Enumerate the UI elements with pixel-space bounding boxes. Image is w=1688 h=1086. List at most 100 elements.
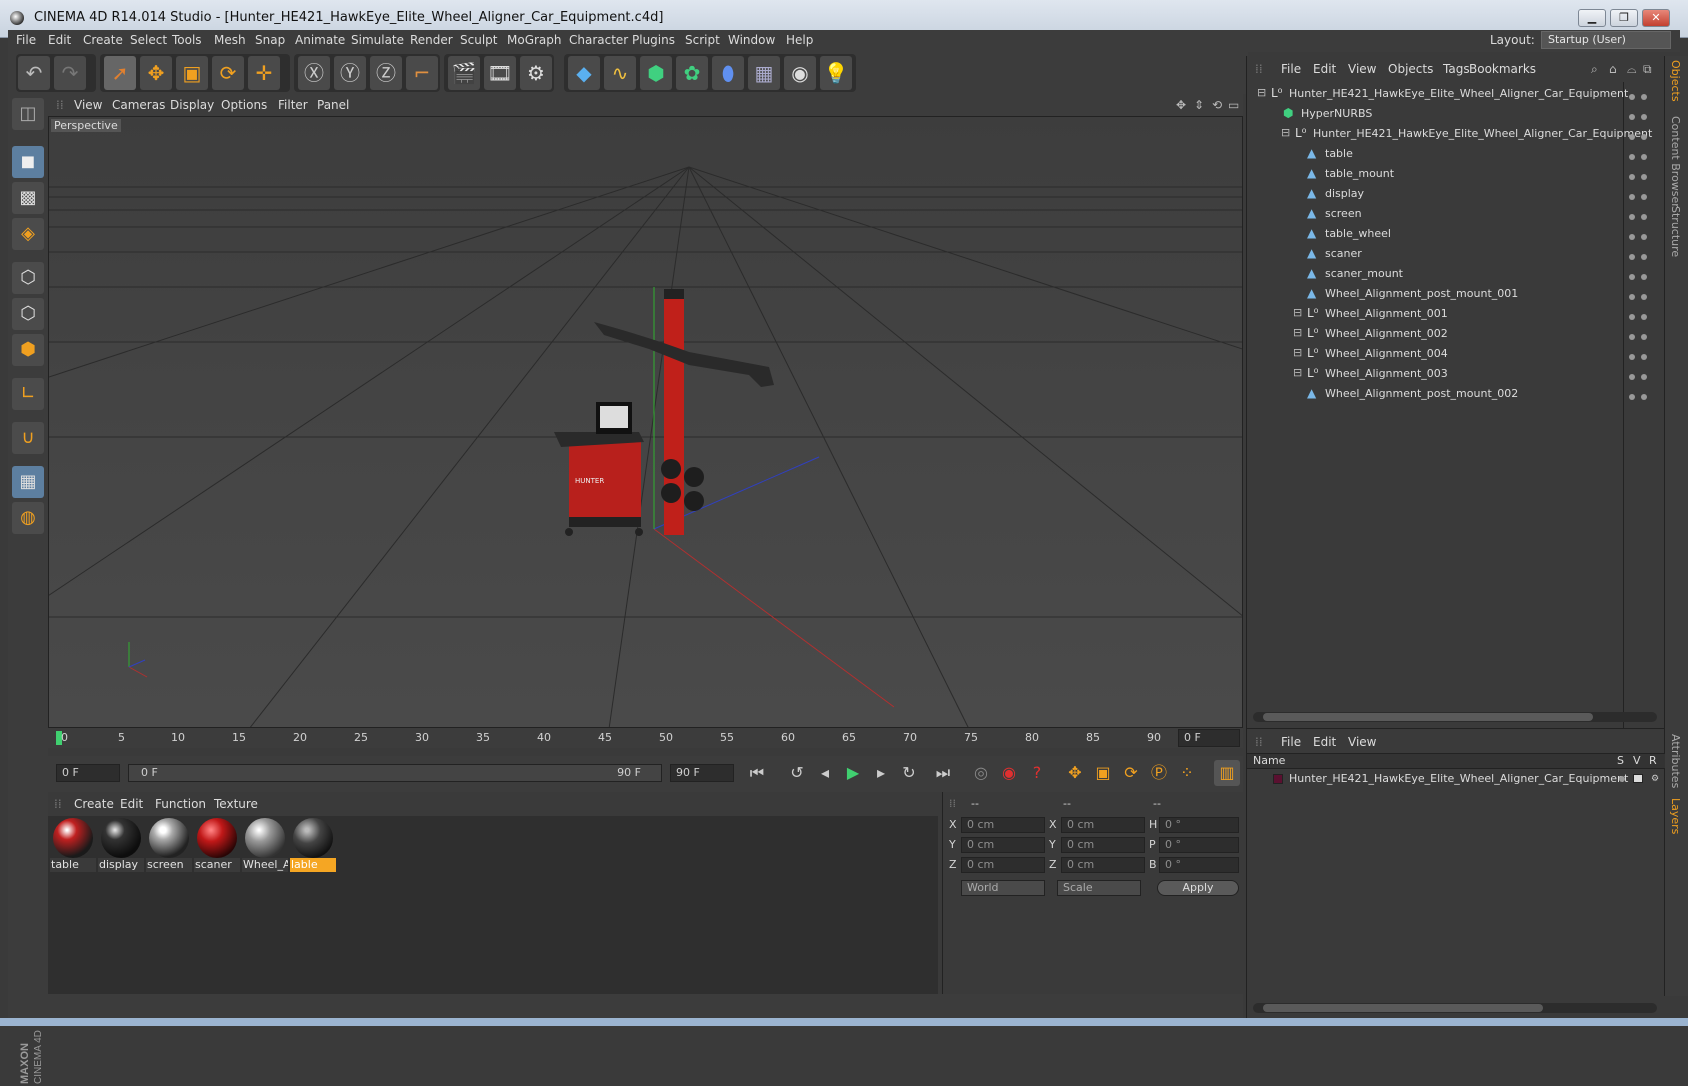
end-frame-field[interactable]: 90 F <box>670 764 734 782</box>
menu-script[interactable]: Script <box>685 33 720 47</box>
material-item-display[interactable]: display <box>98 816 144 872</box>
object-row[interactable]: ⊟ L⁰ Wheel_Alignment_003 <box>1247 366 1657 384</box>
visibility-dots[interactable] <box>1623 210 1651 220</box>
material-item-wheel[interactable]: Wheel_A <box>242 816 288 872</box>
menu-file[interactable]: File <box>16 33 36 47</box>
z-axis-icon[interactable]: Ⓩ <box>370 56 402 90</box>
menu-mesh[interactable]: Mesh <box>214 33 246 47</box>
menu-character[interactable]: Character <box>569 33 628 47</box>
object-row[interactable]: ▲ display <box>1247 186 1657 204</box>
move-icon[interactable]: ✥ <box>140 56 172 90</box>
pos-y-field[interactable]: 0 cm <box>961 837 1045 853</box>
visibility-dots[interactable] <box>1623 190 1651 200</box>
light-icon[interactable]: 💡 <box>820 56 852 90</box>
planar-workplane-icon[interactable]: ◍ <box>12 502 44 534</box>
redo-icon[interactable]: ↷ <box>54 56 86 90</box>
object-row[interactable]: ▲ Wheel_Alignment_post_mount_001 <box>1247 286 1657 304</box>
material-item-table[interactable]: table <box>50 816 96 872</box>
frame-range-slider[interactable]: 0 F 90 F <box>128 764 662 782</box>
menu-mograph[interactable]: MoGraph <box>507 33 562 47</box>
current-frame-field[interactable]: 0 F <box>1178 729 1240 747</box>
scale-select[interactable]: Scale <box>1057 880 1141 896</box>
timeline-ruler[interactable]: 0 5 10 15 20 25 30 35 40 45 50 55 60 65 … <box>48 728 1243 748</box>
object-row[interactable]: ▲ screen <box>1247 206 1657 224</box>
layer-color-swatch[interactable] <box>1273 774 1283 784</box>
layer-row[interactable]: Hunter_HE421_HawkEye_Elite_Wheel_Aligner… <box>1247 771 1665 787</box>
menu-simulate[interactable]: Simulate <box>351 33 404 47</box>
keyframe-selection-icon[interactable]: ? <box>1024 760 1050 786</box>
object-row[interactable]: ⊟ L⁰ Wheel_Alignment_001 <box>1247 306 1657 324</box>
object-row[interactable]: ▲ table_mount <box>1247 166 1657 184</box>
play-icon[interactable]: ▶ <box>840 760 866 786</box>
menu-window[interactable]: Window <box>728 33 775 47</box>
object-row[interactable]: ⊟ L⁰ Wheel_Alignment_002 <box>1247 326 1657 344</box>
camera-icon[interactable]: ◉ <box>784 56 816 90</box>
object-hscrollbar[interactable] <box>1253 712 1657 722</box>
spline-icon[interactable]: ∿ <box>604 56 636 90</box>
visibility-dots[interactable] <box>1623 130 1651 140</box>
key-pla-icon[interactable]: ⁘ <box>1174 760 1200 786</box>
menu-select[interactable]: Select <box>130 33 167 47</box>
layer-menu-file[interactable]: File <box>1281 735 1301 749</box>
visibility-dots[interactable] <box>1623 170 1651 180</box>
layer-visible-icon[interactable] <box>1633 774 1643 783</box>
vp-menu-options[interactable]: Options <box>221 98 267 112</box>
apply-button[interactable]: Apply <box>1157 880 1239 896</box>
snap-icon[interactable]: ∪ <box>12 422 44 454</box>
object-row[interactable]: ▲ table <box>1247 146 1657 164</box>
layout-select[interactable]: Startup (User) <box>1541 31 1671 49</box>
expand-toggle-icon[interactable]: ⊟ <box>1293 306 1302 319</box>
pos-x-field[interactable]: 0 cm <box>961 817 1045 833</box>
menu-sculpt[interactable]: Sculpt <box>460 33 497 47</box>
array-icon[interactable]: ✿ <box>676 56 708 90</box>
size-x-field[interactable]: 0 cm <box>1061 817 1145 833</box>
render-view-icon[interactable]: 🎬 <box>448 56 480 90</box>
vp-menu-cameras[interactable]: Cameras <box>112 98 165 112</box>
expand-toggle-icon[interactable]: ⊟ <box>1257 86 1266 99</box>
key-position-icon[interactable]: ✥ <box>1062 760 1088 786</box>
edges-mode-icon[interactable]: ⬡ <box>12 298 44 330</box>
key-param-icon[interactable]: Ⓟ <box>1146 760 1172 786</box>
rot-h-field[interactable]: 0 ° <box>1159 817 1239 833</box>
coordinate-system-icon[interactable]: ⌐ <box>406 56 438 90</box>
autokey-icon[interactable]: ◉ <box>996 760 1022 786</box>
visibility-dots[interactable] <box>1623 310 1651 320</box>
tab-layers[interactable]: Layers <box>1669 798 1682 834</box>
timeline-window-icon[interactable]: ▥ <box>1214 760 1240 786</box>
visibility-dots[interactable] <box>1623 290 1651 300</box>
close-button[interactable]: ✕ <box>1642 9 1670 27</box>
obj-menu-view[interactable]: View <box>1348 62 1376 76</box>
object-row[interactable]: ▲ table_wheel <box>1247 226 1657 244</box>
obj-menu-objects[interactable]: Objects <box>1388 62 1433 76</box>
pos-z-field[interactable]: 0 cm <box>961 857 1045 873</box>
expand-toggle-icon[interactable]: ⊟ <box>1293 346 1302 359</box>
visibility-dots[interactable] <box>1623 230 1651 240</box>
goto-end-icon[interactable]: ⏭ <box>930 760 956 786</box>
record-keys-icon[interactable]: ◎ <box>968 760 994 786</box>
render-settings-icon[interactable]: ⚙ <box>520 56 552 90</box>
prev-key-icon[interactable]: ↺ <box>784 760 810 786</box>
step-back-icon[interactable]: ◂ <box>812 760 838 786</box>
undo-icon[interactable]: ↶ <box>18 56 50 90</box>
vp-maximize-icon[interactable]: ▭ <box>1228 98 1239 112</box>
tab-structure[interactable]: Structure <box>1669 206 1682 257</box>
vp-menu-filter[interactable]: Filter <box>278 98 308 112</box>
new-window-icon[interactable]: ⧉ <box>1643 62 1652 77</box>
vp-nav-move-icon[interactable]: ✥ <box>1176 98 1186 112</box>
mat-menu-edit[interactable]: Edit <box>120 797 143 811</box>
expand-toggle-icon[interactable]: ⊟ <box>1281 126 1290 139</box>
menu-help[interactable]: Help <box>786 33 813 47</box>
object-row[interactable]: ▲ scaner <box>1247 246 1657 264</box>
tab-objects[interactable]: Objects <box>1669 60 1682 102</box>
vp-nav-rotate-icon[interactable]: ⟲ <box>1212 98 1222 112</box>
layer-render-icon[interactable]: ⚙ <box>1651 774 1659 784</box>
visibility-dots[interactable] <box>1623 270 1651 280</box>
menu-plugins[interactable]: Plugins <box>632 33 675 47</box>
rot-p-field[interactable]: 0 ° <box>1159 837 1239 853</box>
layer-hscrollbar[interactable] <box>1253 1003 1657 1013</box>
obj-menu-file[interactable]: File <box>1281 62 1301 76</box>
render-picture-viewer-icon[interactable]: 🎞 <box>484 56 516 90</box>
floor-icon[interactable]: ▦ <box>748 56 780 90</box>
viewport-perspective[interactable]: Perspective HUNTER <box>48 116 1243 728</box>
deformer-icon[interactable]: ⬮ <box>712 56 744 90</box>
